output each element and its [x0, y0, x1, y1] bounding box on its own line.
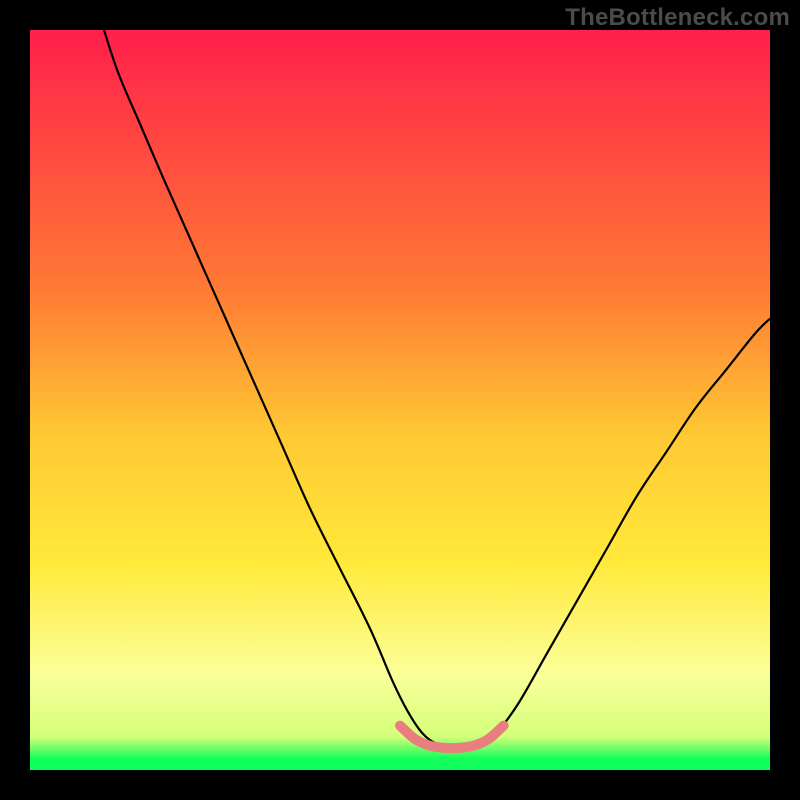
gradient-background	[30, 30, 770, 770]
watermark-text: TheBottleneck.com	[565, 4, 790, 32]
chart-frame: TheBottleneck.com	[0, 0, 800, 800]
bottleneck-chart	[30, 30, 770, 770]
plot-area	[30, 30, 770, 770]
